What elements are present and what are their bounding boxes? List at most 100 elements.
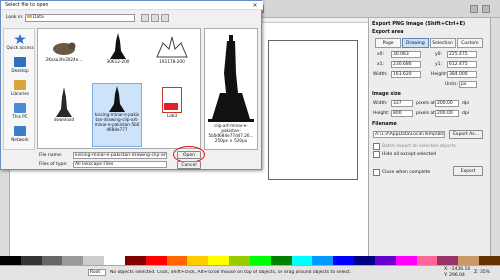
cancel-button-label: Cancel <box>181 162 197 168</box>
close-complete-label: Close when complete <box>382 170 431 175</box>
dpi-input[interactable]: 200.00 <box>435 100 459 107</box>
toolbar-tool-icon[interactable] <box>470 5 478 13</box>
file-item[interactable]: 191178-200 <box>150 33 194 77</box>
height-input[interactable]: 384.000 <box>447 71 477 78</box>
filename-heading: Filename <box>372 122 397 127</box>
tab-selection[interactable]: Selection <box>429 38 456 48</box>
file-item[interactable]: 2Kasa3fe3024e... <box>42 37 86 77</box>
preview-pane: clip-art-minar-e-pakistan-5b0d684e77d47.… <box>204 28 258 150</box>
batch-export-row[interactable]: Batch export all selected objects <box>373 143 456 150</box>
export-panel-title: Export PNG Image (Shift+Ctrl+E) <box>372 21 466 27</box>
place-label: Libraries <box>10 91 30 96</box>
pixels-at-label: pixels at <box>416 101 435 106</box>
file-name: kissing-minar-e-pakistan-drawing-clip-ar… <box>94 112 140 132</box>
batch-export-checkbox[interactable] <box>373 143 380 150</box>
place-desktop[interactable]: Desktop <box>6 57 34 73</box>
file-name: Lab3 <box>166 113 178 118</box>
pixels-at-label-2: pixels at <box>416 111 435 116</box>
close-complete-row[interactable]: Close when complete <box>373 169 430 176</box>
close-complete-checkbox[interactable] <box>373 169 380 176</box>
dpi-label: dpi <box>462 101 469 106</box>
x0-label: x0: <box>377 52 385 57</box>
network-icon <box>14 126 26 136</box>
dpi-label-2: dpi <box>462 111 469 116</box>
up-folder-icon[interactable] <box>141 14 149 22</box>
place-label: Quick access <box>6 45 34 50</box>
file-list[interactable]: 2Kasa3fe3024e... 30612-200 191178-200 do… <box>37 28 201 149</box>
files-of-type-label: Files of type: <box>39 162 68 167</box>
cancel-button[interactable]: Cancel <box>177 161 201 169</box>
place-label: Network <box>11 137 29 142</box>
export-png-dock: Export PNG Image (Shift+Ctrl+E) Export a… <box>368 18 490 268</box>
horizontal-ruler <box>260 18 368 23</box>
file-name-input[interactable]: kissing-minar-e-pakistan-drawing-clip-ar… <box>73 152 167 159</box>
preview-size: 250px × 520px <box>214 138 248 143</box>
file-item[interactable]: download <box>42 87 86 135</box>
place-this-pc[interactable]: This PC <box>6 103 34 119</box>
y0-label: y0: <box>435 52 443 57</box>
place-quick-access[interactable]: Quick access <box>6 34 34 50</box>
place-network[interactable]: Network <box>6 126 34 142</box>
x0-input[interactable]: 30.063 <box>391 51 421 58</box>
img-width-input[interactable]: 337 <box>391 100 413 107</box>
computer-icon <box>14 103 26 113</box>
hide-except-row[interactable]: Hide all except selected <box>373 151 436 158</box>
zoom-label: Z: <box>474 270 479 275</box>
export-area-tabs: Page Drawing Selection Custom <box>375 38 483 48</box>
file-thumbnail <box>156 36 188 58</box>
export-as-label: Export As... <box>453 132 479 137</box>
layer-select[interactable]: Root <box>88 269 106 276</box>
y0-input[interactable]: 225.475 <box>447 51 477 58</box>
img-height-input[interactable]: 800 <box>391 110 413 117</box>
open-file-dialog: Select file to open × Look in: Data Quic… <box>0 0 263 170</box>
close-icon[interactable]: × <box>251 2 259 9</box>
tab-page[interactable]: Page <box>375 38 402 48</box>
image-size-heading: Image size <box>372 92 401 97</box>
file-item[interactable]: 30612-200 <box>96 33 140 77</box>
preview-caption: clip-art-minar-e-pakistan-5b0d684e77d47.… <box>208 123 254 138</box>
x1-input[interactable]: 230.686 <box>391 61 421 68</box>
file-name-label: File name: <box>39 153 63 158</box>
filename-input[interactable]: A:\1.0\AppData\Local\Temp\bitmap\portrai… <box>373 131 445 138</box>
toolbar-tool-icon[interactable] <box>482 5 490 13</box>
height-label: Height: <box>431 72 448 77</box>
dpi-input-2[interactable]: 200.00 <box>435 110 459 117</box>
tab-custom[interactable]: Custom <box>456 38 483 48</box>
dialog-title: Select file to open <box>5 2 49 8</box>
view-menu-icon[interactable] <box>161 14 169 22</box>
dialog-titlebar: Select file to open <box>1 1 263 10</box>
export-button[interactable]: Export <box>453 166 483 176</box>
export-as-button[interactable]: Export As... <box>449 130 483 139</box>
width-label: Width: <box>373 72 388 77</box>
libraries-icon <box>14 80 26 90</box>
star-icon <box>14 34 26 44</box>
look-in-select[interactable]: Data <box>25 14 135 22</box>
file-thumbnail <box>110 33 126 59</box>
status-bar: Root No objects selected. Click, Shift+c… <box>0 265 500 280</box>
tab-drawing[interactable]: Drawing <box>402 38 429 48</box>
place-label: Desktop <box>11 68 29 73</box>
page-border <box>268 40 358 180</box>
units-select[interactable]: px <box>459 81 477 88</box>
hide-except-checkbox[interactable] <box>373 151 380 158</box>
preview-image <box>208 35 254 122</box>
file-item-selected[interactable]: kissing-minar-e-pakistan-drawing-clip-ar… <box>92 83 142 147</box>
desktop-icon <box>14 57 26 67</box>
color-palette[interactable] <box>0 256 500 265</box>
batch-export-label: Batch export all selected objects <box>382 144 456 149</box>
zoom-value[interactable]: 35% <box>480 270 490 275</box>
width-input[interactable]: 161.620 <box>391 71 421 78</box>
place-label: This PC <box>12 114 28 119</box>
folder-icon <box>27 15 32 18</box>
file-item[interactable]: Lab3 <box>150 87 194 135</box>
look-in-label: Look in: <box>6 15 24 20</box>
new-folder-icon[interactable] <box>151 14 159 22</box>
cursor-y: Y: 296.04 <box>444 273 465 278</box>
files-of-type-select[interactable]: All Inkscape Files <box>73 161 167 168</box>
cursor-x: X: -1436.16 <box>444 267 471 272</box>
pdf-icon <box>162 87 182 113</box>
units-label: Units: <box>445 82 459 87</box>
y1-input[interactable]: 612.475 <box>447 61 477 68</box>
place-libraries[interactable]: Libraries <box>6 80 34 96</box>
img-width-label: Width: <box>373 101 388 106</box>
